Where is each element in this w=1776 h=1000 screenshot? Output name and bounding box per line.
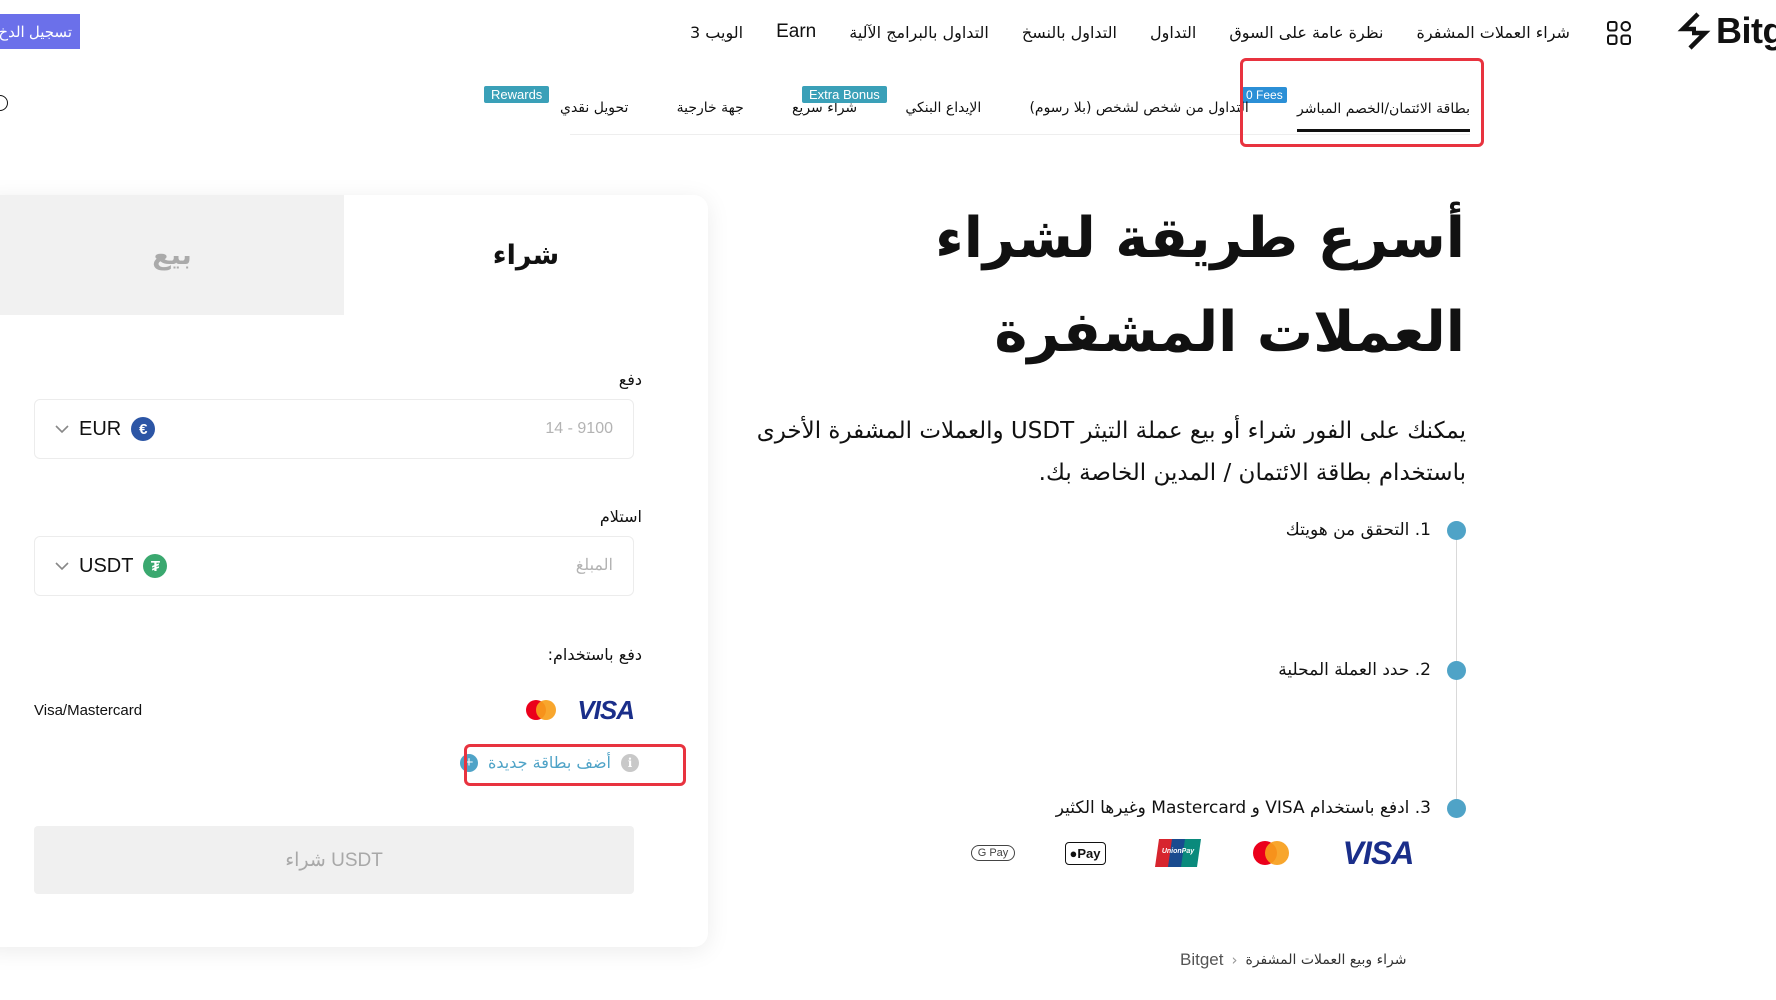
visa-icon: VISA — [1342, 834, 1415, 871]
step-dot — [1447, 798, 1466, 818]
step-item: 2. حدد العملة المحلية — [1278, 660, 1466, 680]
receive-currency-code: USDT — [79, 554, 134, 577]
steps-list: 1. التحقق من هويتك 2. حدد العملة المحلية… — [960, 520, 1466, 832]
tab-sell[interactable]: بيع — [0, 195, 344, 315]
nav-markets[interactable]: نظرة عامة على السوق — [1229, 23, 1383, 42]
usdt-coin-icon: ₮ — [143, 554, 168, 578]
pay-currency-select[interactable]: EUR € — [55, 417, 156, 441]
nav-trade[interactable]: التداول — [1150, 23, 1196, 42]
plus-icon: + — [460, 753, 478, 772]
nav-copy-trading[interactable]: التداول بالنسخ — [1022, 23, 1117, 42]
login-button[interactable]: تسجيل الدخ — [0, 14, 80, 49]
step-dot — [1447, 520, 1466, 540]
subnav-third-party[interactable]: جهة خارجية — [677, 100, 744, 132]
step-item: 1. التحقق من هويتك — [1286, 520, 1466, 540]
rewards-badge: Rewards — [484, 86, 550, 103]
chevron-down-icon — [55, 562, 69, 571]
pay-currency-code: EUR — [79, 417, 122, 440]
hero-description: يمكنك على الفور شراء أو بيع عملة التيثر … — [756, 418, 1466, 486]
buy-usdt-button[interactable]: شراء USDT — [34, 826, 634, 894]
subnav-bank-deposit[interactable]: الإيداع البنكي — [905, 100, 981, 132]
nav-earn[interactable]: Earn — [776, 21, 816, 43]
pay-field[interactable]: EUR € — [34, 399, 634, 459]
tab-buy[interactable]: شراء — [344, 195, 708, 315]
euro-coin-icon: € — [131, 417, 156, 441]
add-card-label: أضف بطاقة جديدة — [488, 753, 611, 772]
payment-method-label: دفع باستخدام: — [547, 645, 642, 664]
nav-buy-crypto[interactable]: شراء العملات المشفرة — [1417, 23, 1570, 42]
breadcrumb: Bitget ‹ شراء وبيع العملات المشفرة — [1180, 950, 1466, 970]
step-dot — [1447, 660, 1466, 680]
step-text: 3. ادفع باستخدام VISA و Mastercard وغيره… — [1055, 798, 1431, 818]
sub-nav: بطاقة الائتمان/الخصم المباشر 0 Fees التد… — [484, 78, 1470, 132]
info-icon[interactable] — [0, 95, 8, 111]
add-new-card-link[interactable]: + أضف بطاقة جديدة i — [460, 753, 639, 772]
page-title: أسرع طريقة لشراء العملات المشفرة — [935, 206, 1465, 365]
nav-bots[interactable]: التداول بالبرامج الآلية — [849, 23, 989, 42]
subnav-label: تحويل نقدي — [560, 100, 629, 116]
subnav-divider — [570, 134, 1470, 135]
brand-name: Bitg — [1716, 10, 1776, 51]
receive-field[interactable]: USDT ₮ — [34, 536, 634, 596]
subnav-label: جهة خارجية — [676, 100, 744, 116]
applepay-icon: ●Pay — [1062, 833, 1108, 873]
nav-web3[interactable]: الويب 3 — [690, 23, 743, 42]
step-text: 1. التحقق من هويتك — [1285, 520, 1431, 540]
card-brand-logos: VISA — [523, 694, 635, 726]
receive-amount-input[interactable] — [373, 557, 613, 575]
mastercard-icon — [526, 700, 557, 720]
buy-sell-widget: بيع شراء دفع EUR € استلام USDT ₮ دفع باس… — [0, 195, 708, 947]
step-item: 3. ادفع باستخدام VISA و Mastercard وغيره… — [1056, 798, 1466, 818]
breadcrumb-separator-icon: ‹ — [1231, 951, 1238, 969]
pay-amount-input[interactable] — [373, 420, 613, 438]
bitget-logo[interactable]: Bitg — [1676, 8, 1776, 54]
subnav-label: بطاقة الائتمان/الخصم المباشر — [1297, 101, 1470, 117]
extra-bonus-badge: Extra Bonus — [801, 86, 887, 103]
subnav-label: التداول من شخص لشخص (بلا رسوم) — [1029, 100, 1249, 116]
payment-method-option[interactable]: Visa/Mastercard VISA — [34, 690, 635, 730]
gpay-icon: G Pay — [970, 833, 1016, 873]
receive-label: استلام — [599, 507, 642, 526]
subnav-cash-transfer[interactable]: تحويل نقدي Rewards — [484, 86, 629, 132]
mastercard-icon — [1248, 833, 1294, 873]
chevron-down-icon — [55, 425, 69, 434]
apps-grid-icon[interactable] — [1606, 20, 1632, 46]
svg-text:UnionPay: UnionPay — [1162, 848, 1195, 855]
subnav-p2p[interactable]: التداول من شخص لشخص (بلا رسوم) — [1029, 100, 1248, 132]
subnav-card-payment[interactable]: بطاقة الائتمان/الخصم المباشر 0 Fees — [1242, 87, 1470, 132]
top-nav: شراء العملات المشفرة نظرة عامة على السوق… — [690, 10, 1570, 54]
subnav-quick-buy[interactable]: شراء سريع Extra Bonus — [792, 86, 887, 132]
unionpay-icon: UnionPay — [1154, 833, 1204, 873]
receive-currency-select[interactable]: USDT ₮ — [55, 554, 168, 578]
subnav-label: الإيداع البنكي — [905, 100, 982, 116]
payment-method-name: Visa/Mastercard — [34, 701, 143, 719]
bitget-mark-icon — [1677, 12, 1711, 50]
payment-methods-row: G Pay ●Pay UnionPay VISA — [970, 833, 1420, 873]
info-icon[interactable]: i — [620, 753, 639, 772]
breadcrumb-root[interactable]: Bitget — [1180, 950, 1223, 970]
breadcrumb-current: شراء وبيع العملات المشفرة — [1245, 952, 1407, 968]
pay-label: دفع — [618, 370, 642, 389]
step-text: 2. حدد العملة المحلية — [1278, 660, 1431, 680]
visa-icon: VISA — [577, 694, 635, 725]
